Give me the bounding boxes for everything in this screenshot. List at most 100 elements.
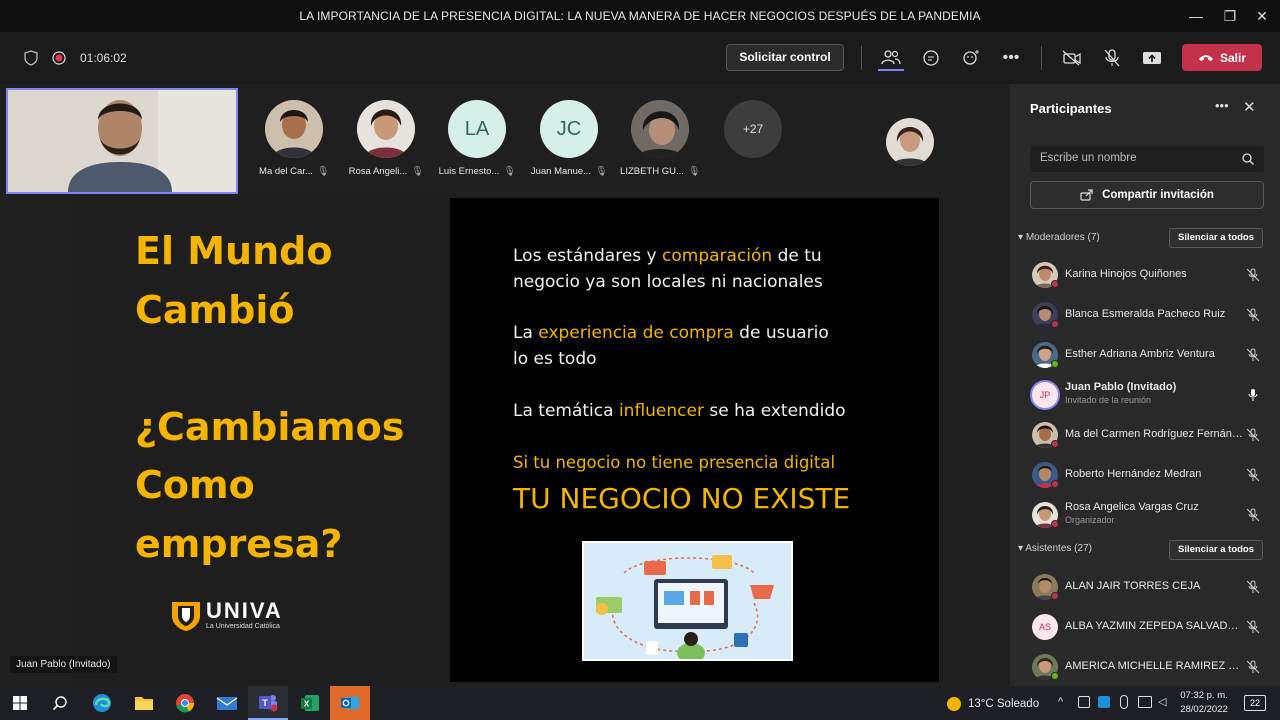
participant-row[interactable]: AMERICA MICHELLE RAMIREZ CASTILLO	[1030, 650, 1264, 684]
minimize-button[interactable]: —	[1186, 6, 1206, 26]
request-control-button[interactable]: Solicitar control	[726, 44, 844, 71]
taskbar: T X 13°C Soleado ^ ◁ 07:32 p. m. 28/02/2…	[0, 686, 1280, 720]
notifications-icon[interactable]: 22	[1244, 695, 1266, 711]
panel-more-icon[interactable]: •••	[1215, 98, 1229, 113]
network-icon[interactable]	[1138, 696, 1152, 708]
meeting-stage: Ma del Car... 🎙 Rosa Angeli... 🎙 LA Luis E…	[0, 84, 1010, 686]
tray-app-icon[interactable]	[1098, 696, 1110, 708]
participant-avatar-4[interactable]: JC Juan Manue... 🎙	[526, 100, 612, 177]
more-participants-button[interactable]: +27	[724, 100, 782, 158]
share-screen-icon[interactable]	[1139, 45, 1165, 71]
mic-off-icon[interactable]	[1246, 468, 1260, 482]
mic-off-icon: 🎙	[411, 166, 424, 177]
participant-avatar-3[interactable]: LA Luis Ernesto... 🎙	[434, 100, 520, 177]
mic-off-icon[interactable]	[1099, 45, 1125, 71]
clock-date: 28/02/2022	[1180, 704, 1228, 715]
participant-row[interactable]: Rosa Angelica Vargas Cruz Organizador	[1030, 498, 1264, 532]
avatar-label: Juan Manue... 🎙	[530, 166, 608, 177]
teams-icon[interactable]: T	[248, 686, 288, 720]
volume-icon[interactable]: ◁	[1158, 695, 1166, 708]
ecommerce-illustration	[582, 541, 793, 661]
slide-paragraph-2: La experiencia de compra de usuario lo es…	[513, 323, 829, 369]
participant-row[interactable]: Blanca Esmeralda Pacheco Ruiz	[1030, 298, 1264, 332]
participant-row[interactable]: ALAN JAIR TORRES CEJA	[1030, 570, 1264, 604]
outlook-icon[interactable]	[330, 686, 370, 720]
edge-icon[interactable]	[82, 686, 122, 720]
mic-off-icon[interactable]	[1246, 508, 1260, 522]
participant-row[interactable]: Ma del Carmen Rodríguez Fernández	[1030, 418, 1264, 452]
leave-button[interactable]: Salir	[1182, 44, 1262, 71]
avatar-label: Luis Ernesto... 🎙	[438, 166, 516, 177]
slide-heading: empresa?	[135, 522, 343, 566]
participant-row[interactable]: Karina Hinojos Quiñones	[1030, 258, 1264, 292]
participant-name: Roberto Hernández Medran	[1065, 468, 1202, 480]
mute-all-attendees-button[interactable]: Silenciar a todos	[1169, 540, 1263, 560]
tray-app-icon[interactable]	[1078, 696, 1090, 708]
status-badge	[1051, 592, 1059, 600]
share-invitation-button[interactable]: Compartir invitación	[1030, 181, 1264, 209]
slide-heading: ¿Cambiamos	[135, 405, 405, 449]
participant-avatar-2[interactable]: Rosa Angeli... 🎙	[343, 100, 429, 177]
close-window-button[interactable]: ✕	[1252, 6, 1272, 26]
search-input[interactable]: Escribe un nombre	[1030, 146, 1264, 172]
shield-icon[interactable]	[18, 45, 44, 71]
windows-start-icon[interactable]	[0, 686, 40, 720]
title-bar: LA IMPORTANCIA DE LA PRESENCIA DIGITAL: …	[0, 0, 1280, 32]
close-icon[interactable]: ✕	[1243, 98, 1256, 116]
mic-off-icon[interactable]	[1246, 620, 1260, 634]
chevron-up-icon[interactable]: ^	[1058, 696, 1063, 708]
reactions-icon[interactable]	[958, 45, 984, 71]
participant-row[interactable]: Roberto Hernández Medran	[1030, 458, 1264, 492]
mic-off-icon[interactable]	[1246, 308, 1260, 322]
file-explorer-icon[interactable]	[124, 686, 164, 720]
mic-on-icon[interactable]	[1246, 388, 1260, 402]
participant-row[interactable]: AS ALBA YAZMIN ZEPEDA SALVADOR	[1030, 610, 1264, 644]
mic-off-icon[interactable]	[1246, 428, 1260, 442]
participant-name: AMERICA MICHELLE RAMIREZ CASTILLO	[1065, 660, 1243, 672]
more-options-icon[interactable]: •••	[998, 45, 1024, 71]
chrome-icon[interactable]	[165, 686, 205, 720]
participant-avatar-1[interactable]: Ma del Car... 🎙	[251, 100, 337, 177]
mic-off-icon[interactable]	[1246, 268, 1260, 282]
recording-icon	[46, 45, 72, 71]
mic-off-icon[interactable]	[1246, 580, 1260, 594]
share-label: Compartir invitación	[1102, 189, 1214, 201]
excel-icon[interactable]: X	[290, 686, 330, 720]
speaker-video[interactable]	[6, 88, 238, 194]
mail-icon[interactable]	[207, 686, 247, 720]
attendees-section-header[interactable]: ▾ Asistentes (27)	[1018, 543, 1092, 554]
moderators-section-header[interactable]: ▾ Moderadores (7)	[1018, 232, 1100, 243]
svg-text:T: T	[262, 698, 268, 708]
participant-row[interactable]: Esther Adriana Ambriz Ventura	[1030, 338, 1264, 372]
meeting-toolbar: 01:06:02 Solicitar control ••• Salir	[0, 32, 1280, 84]
avatar-label: Rosa Angeli... 🎙	[348, 166, 424, 177]
shared-slide: El Mundo Cambió ¿Cambiamos Como empresa?…	[72, 198, 939, 682]
camera-off-icon[interactable]	[1059, 45, 1085, 71]
status-badge	[1051, 520, 1059, 528]
participant-avatar-5[interactable]: LIZBETH GU... 🎙	[617, 100, 703, 177]
microphone-icon[interactable]	[1120, 695, 1128, 709]
avatar	[265, 100, 323, 158]
sun-icon	[947, 697, 961, 711]
slide-paragraph-1: Los estándares y comparación de tu negoci…	[513, 246, 823, 292]
restore-button[interactable]: ❐	[1220, 6, 1240, 26]
mic-off-icon[interactable]	[1246, 660, 1260, 674]
participant-name: Blanca Esmeralda Pacheco Ruiz	[1065, 308, 1226, 320]
clock[interactable]: 07:32 p. m. 28/02/2022	[1172, 689, 1236, 717]
avatar-label: Ma del Car... 🎙	[259, 166, 329, 177]
avatar	[357, 100, 415, 158]
weather-widget[interactable]: 13°C Soleado	[946, 696, 1039, 712]
participants-panel: Participantes ••• ✕ Escribe un nombre Co…	[1010, 84, 1280, 686]
status-badge	[1051, 672, 1059, 680]
search-icon[interactable]	[40, 686, 80, 720]
participants-icon[interactable]	[878, 45, 904, 71]
mute-all-moderators-button[interactable]: Silenciar a todos	[1169, 228, 1263, 248]
pinned-avatar[interactable]	[867, 118, 953, 166]
avatar	[631, 100, 689, 158]
search-placeholder: Escribe un nombre	[1040, 152, 1137, 164]
mic-off-icon[interactable]	[1246, 348, 1260, 362]
chat-icon[interactable]	[918, 45, 944, 71]
participant-row[interactable]: JP Juan Pablo (Invitado) Invitado de la …	[1030, 378, 1264, 412]
logo-subtext: La Universidad Católica	[206, 623, 280, 630]
weather-text: 13°C Soleado	[968, 698, 1040, 710]
